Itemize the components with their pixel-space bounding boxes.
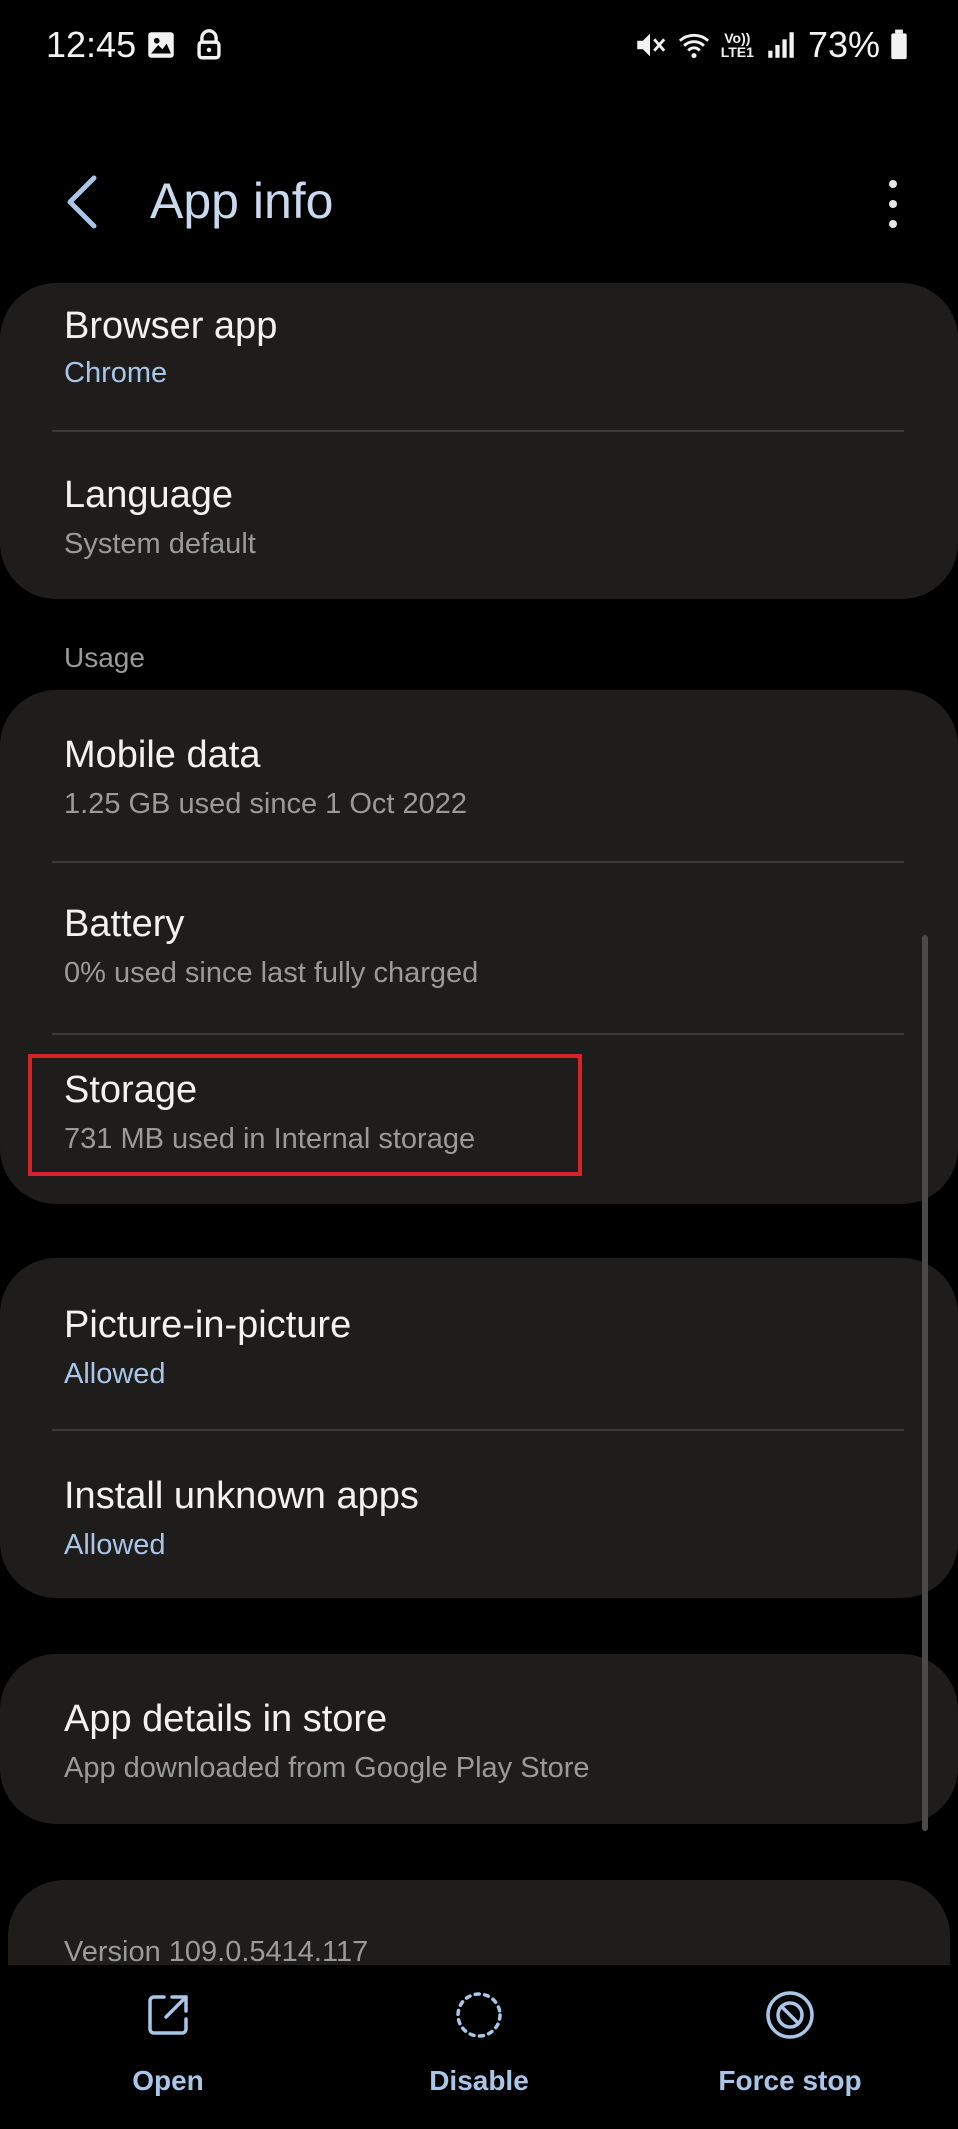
list-item-battery[interactable]: Battery 0% used since last fully charged [0,863,958,1033]
mute-icon [636,33,665,57]
open-button[interactable]: Open [98,1965,238,2115]
storage-highlight-box [28,1054,582,1176]
force-stop-icon [766,1991,814,2039]
list-item-browser-app[interactable]: Browser app Chrome [0,283,958,431]
status-bar: 12:45 Vo)) LTE1 73% [0,0,958,92]
gallery-icon [148,32,174,58]
list-item-app-details-in-store[interactable]: App details in store App downloaded from… [0,1654,958,1824]
wifi-icon [678,33,709,59]
permissions-card: Picture-in-picture Allowed Install unkno… [0,1258,958,1598]
volte-icon: Vo)) LTE1 [720,30,754,60]
section-header-usage: Usage [64,642,145,673]
list-item-picture-in-picture[interactable]: Picture-in-picture Allowed [0,1258,958,1428]
defaults-card: Browser app Chrome Language System defau… [0,283,958,599]
battery-percent: 73% [807,24,880,65]
store-card: App details in store App downloaded from… [0,1654,958,1824]
scrollbar[interactable] [922,935,928,1831]
chevron-left-icon[interactable] [58,172,108,232]
open-external-icon [148,1995,188,2035]
page-title: App info [150,173,334,229]
list-item-mobile-data[interactable]: Mobile data 1.25 GB used since 1 Oct 202… [0,690,958,860]
lock-icon [197,29,221,60]
more-vertical-icon[interactable] [878,174,908,234]
status-time: 12:45 [46,24,137,65]
disable-button[interactable]: Disable [409,1965,549,2115]
signal-icon [768,32,794,58]
list-item-language[interactable]: Language System default [0,432,958,599]
list-item-install-unknown-apps[interactable]: Install unknown apps Allowed [0,1431,958,1601]
battery-icon [891,29,907,60]
app-bar: App info [0,150,958,250]
disable-dotted-circle-icon [456,1992,502,2038]
force-stop-button[interactable]: Force stop [700,1965,880,2115]
bottom-action-bar: Open Disable Force stop [0,1965,958,2129]
